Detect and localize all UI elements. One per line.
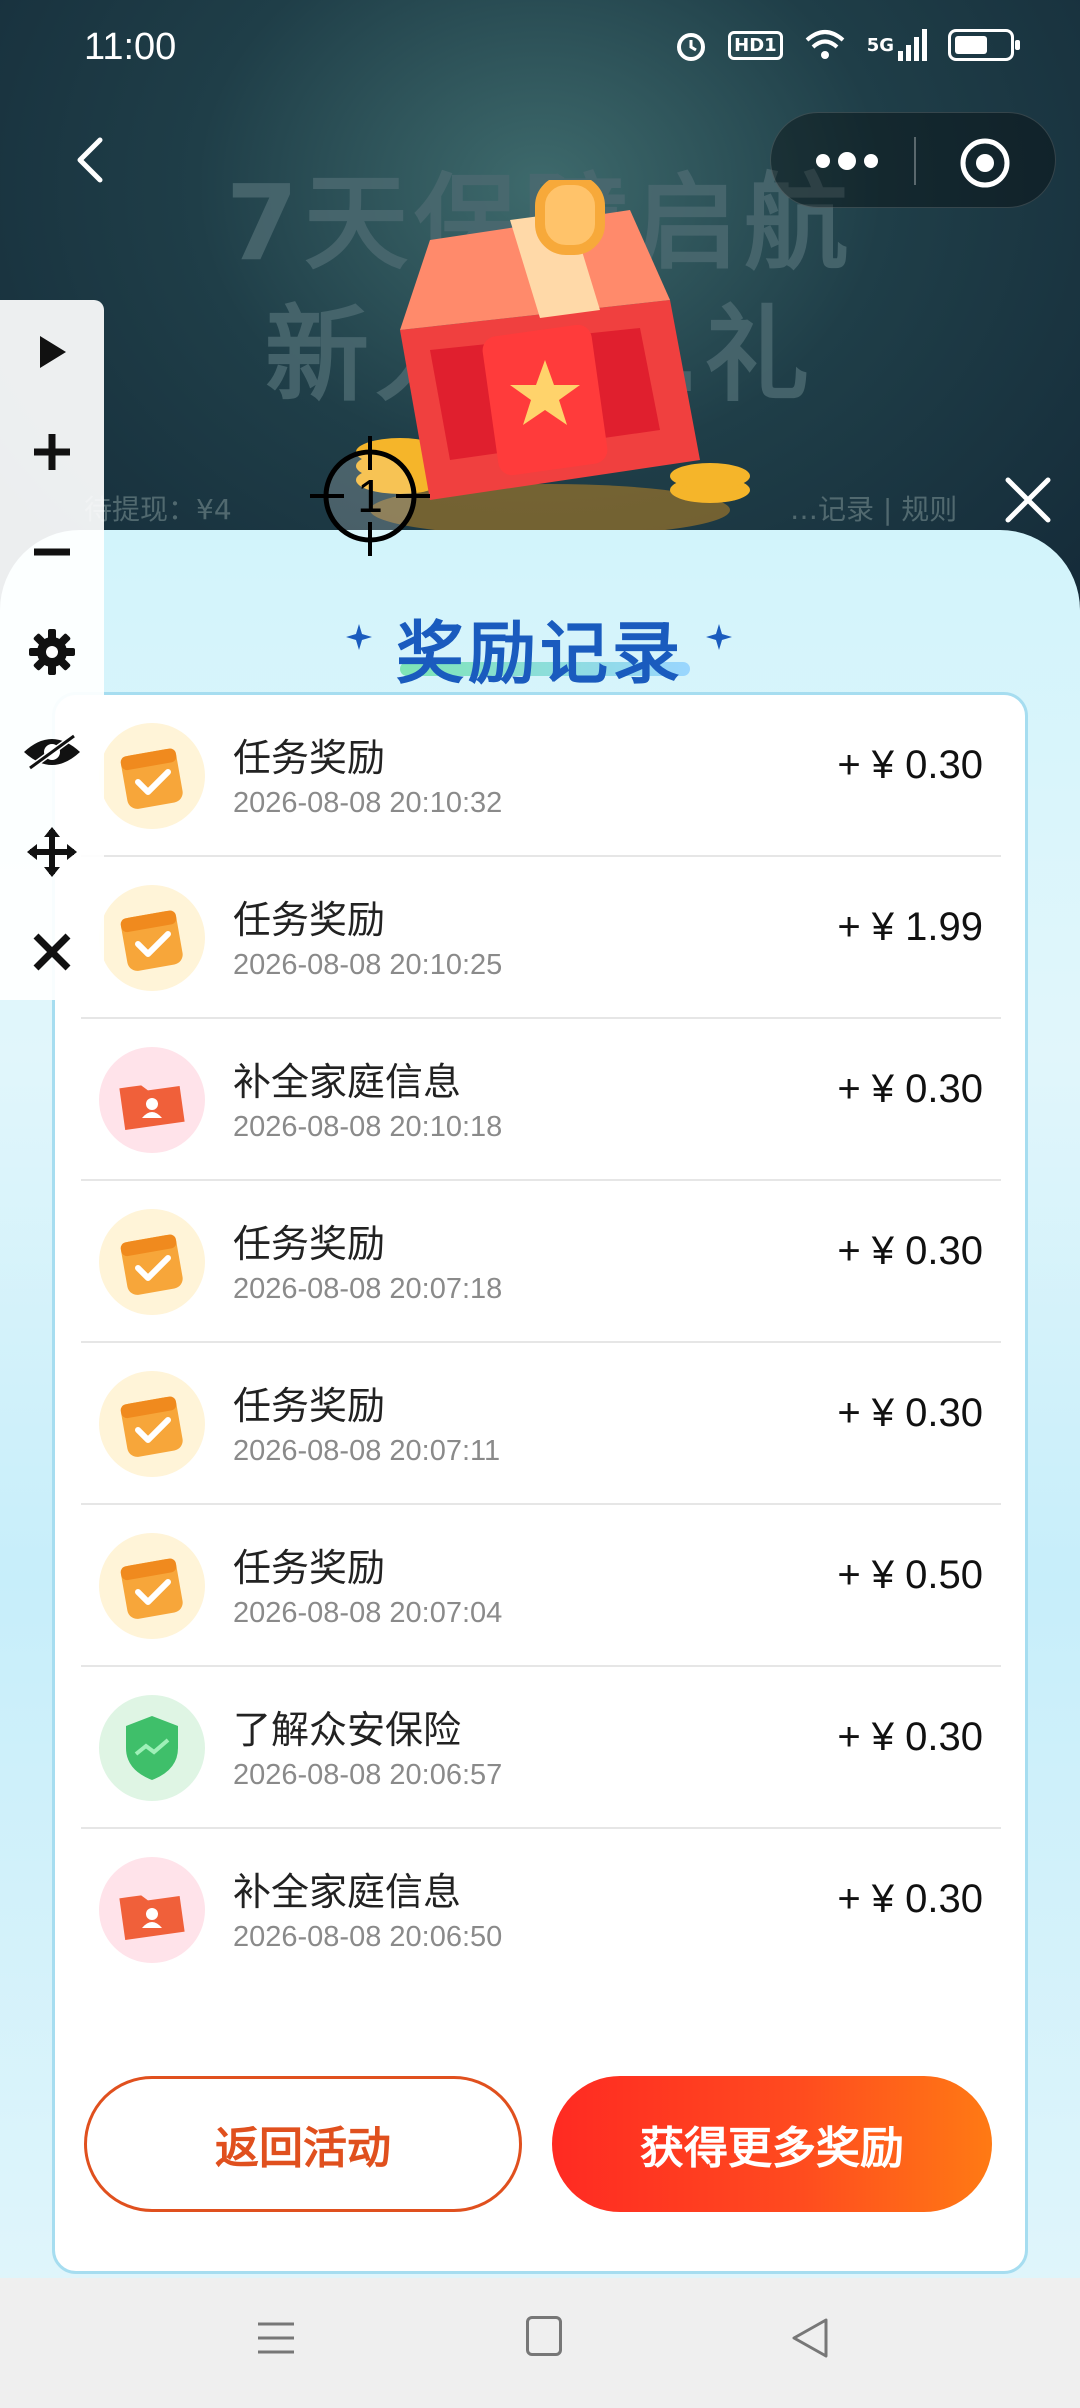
more-icon[interactable] bbox=[807, 141, 887, 181]
record-amount: + ¥ 0.30 bbox=[837, 1715, 983, 1759]
sparkle-icon bbox=[706, 624, 732, 650]
record-time: 2026-08-08 20:07:04 bbox=[233, 1597, 503, 1629]
system-nav-bar bbox=[0, 2278, 1080, 2408]
pending-withdraw-text: 待提现：¥4 bbox=[84, 493, 232, 526]
close-miniapp-icon[interactable] bbox=[957, 135, 1013, 191]
record-list: 任务奖励 2026-08-08 20:10:32 + ¥ 0.30 任务奖励 2026-… bbox=[81, 695, 1001, 1991]
zoom-out-icon[interactable] bbox=[22, 522, 82, 582]
calendar-check-icon bbox=[99, 723, 205, 829]
calendar-check-icon bbox=[99, 1371, 205, 1477]
shield-icon bbox=[99, 1695, 205, 1801]
floating-tool-panel bbox=[0, 300, 104, 1000]
record-name: 任务奖励 bbox=[233, 1384, 386, 1428]
status-time: 11:00 bbox=[84, 26, 177, 68]
record-name: 任务奖励 bbox=[233, 1222, 386, 1266]
record-row: 补全家庭信息 2026-08-08 20:10:18 + ¥ 0.30 bbox=[81, 1019, 1001, 1181]
record-row: 任务奖励 2026-08-08 20:07:18 + ¥ 0.30 bbox=[81, 1181, 1001, 1343]
calendar-check-icon bbox=[99, 1209, 205, 1315]
reward-record-sheet: 奖励记录 任务奖励 2026-08-08 20:10:32 + ¥ 0.30 任务奖励… bbox=[0, 530, 1080, 2278]
back-arrow-icon[interactable] bbox=[64, 130, 124, 190]
wifi-icon bbox=[805, 30, 845, 59]
calendar-check-icon bbox=[99, 1533, 205, 1639]
hd-badge: HD1 bbox=[728, 30, 783, 60]
record-row: 补全家庭信息 2026-08-08 20:06:50 + ¥ 0.30 bbox=[81, 1829, 1001, 1991]
nav-back-icon[interactable] bbox=[790, 2316, 830, 2360]
record-amount: + ¥ 0.50 bbox=[837, 1553, 983, 1597]
menu-icon[interactable] bbox=[256, 2318, 296, 2358]
home-icon[interactable] bbox=[526, 2316, 562, 2356]
capsule-divider bbox=[914, 137, 916, 185]
record-time: 2026-08-08 20:10:18 bbox=[233, 1111, 503, 1143]
eye-off-icon[interactable] bbox=[22, 722, 82, 782]
alarm-icon bbox=[677, 33, 706, 61]
record-time: 2026-08-08 20:10:32 bbox=[233, 787, 503, 819]
record-amount: + ¥ 0.30 bbox=[837, 1877, 983, 1921]
gear-icon[interactable] bbox=[22, 622, 82, 682]
battery-icon bbox=[948, 29, 1020, 61]
record-amount: + ¥ 0.30 bbox=[837, 743, 983, 787]
record-name: 任务奖励 bbox=[233, 736, 386, 780]
play-icon[interactable] bbox=[22, 322, 82, 382]
family-folder-icon bbox=[99, 1047, 205, 1153]
record-time: 2026-08-08 20:06:57 bbox=[233, 1759, 503, 1791]
record-name: 任务奖励 bbox=[233, 898, 386, 942]
return-activity-button[interactable]: 返回活动 bbox=[84, 2076, 522, 2212]
family-folder-icon bbox=[99, 1857, 205, 1963]
banner-links[interactable]: …记录 | 规则 bbox=[790, 488, 957, 528]
record-amount: + ¥ 1.99 bbox=[837, 905, 983, 949]
record-amount: + ¥ 0.30 bbox=[837, 1229, 983, 1273]
record-row: 任务奖励 2026-08-08 20:10:25 + ¥ 1.99 bbox=[81, 857, 1001, 1019]
record-time: 2026-08-08 20:10:25 bbox=[233, 949, 503, 981]
move-icon[interactable] bbox=[22, 822, 82, 882]
record-card: 任务奖励 2026-08-08 20:10:32 + ¥ 0.30 任务奖励 2026-… bbox=[52, 692, 1028, 2274]
record-name: 任务奖励 bbox=[233, 1546, 386, 1590]
record-time: 2026-08-08 20:06:50 bbox=[233, 1921, 503, 1953]
marker-number: 1 bbox=[357, 470, 383, 522]
crosshair-marker-icon: 1 bbox=[310, 436, 430, 556]
miniapp-capsule bbox=[770, 112, 1056, 208]
get-more-rewards-button[interactable]: 获得更多奖励 bbox=[552, 2076, 992, 2212]
record-row: 任务奖励 2026-08-08 20:07:04 + ¥ 0.50 bbox=[81, 1505, 1001, 1667]
record-name: 了解众安保险 bbox=[233, 1708, 462, 1752]
record-row: 任务奖励 2026-08-08 20:07:11 + ¥ 0.30 bbox=[81, 1343, 1001, 1505]
record-name: 补全家庭信息 bbox=[233, 1870, 462, 1914]
record-row: 了解众安保险 2026-08-08 20:06:57 + ¥ 0.30 bbox=[81, 1667, 1001, 1829]
close-icon[interactable] bbox=[22, 922, 82, 982]
close-icon[interactable] bbox=[998, 470, 1058, 530]
record-amount: + ¥ 0.30 bbox=[837, 1067, 983, 1111]
zoom-in-icon[interactable] bbox=[22, 422, 82, 482]
record-time: 2026-08-08 20:07:18 bbox=[233, 1273, 503, 1305]
signal-icon bbox=[898, 29, 927, 61]
network-badge: 5G bbox=[866, 34, 894, 56]
sheet-header: 奖励记录 bbox=[0, 570, 1080, 694]
record-time: 2026-08-08 20:07:11 bbox=[233, 1435, 501, 1467]
sheet-title: 奖励记录 bbox=[395, 615, 684, 694]
record-name: 补全家庭信息 bbox=[233, 1060, 462, 1104]
record-row: 任务奖励 2026-08-08 20:10:32 + ¥ 0.30 bbox=[81, 695, 1001, 857]
status-bar: 11:00 HD1 5G bbox=[0, 0, 1080, 96]
record-amount: + ¥ 0.30 bbox=[837, 1391, 983, 1435]
calendar-check-icon bbox=[99, 885, 205, 991]
